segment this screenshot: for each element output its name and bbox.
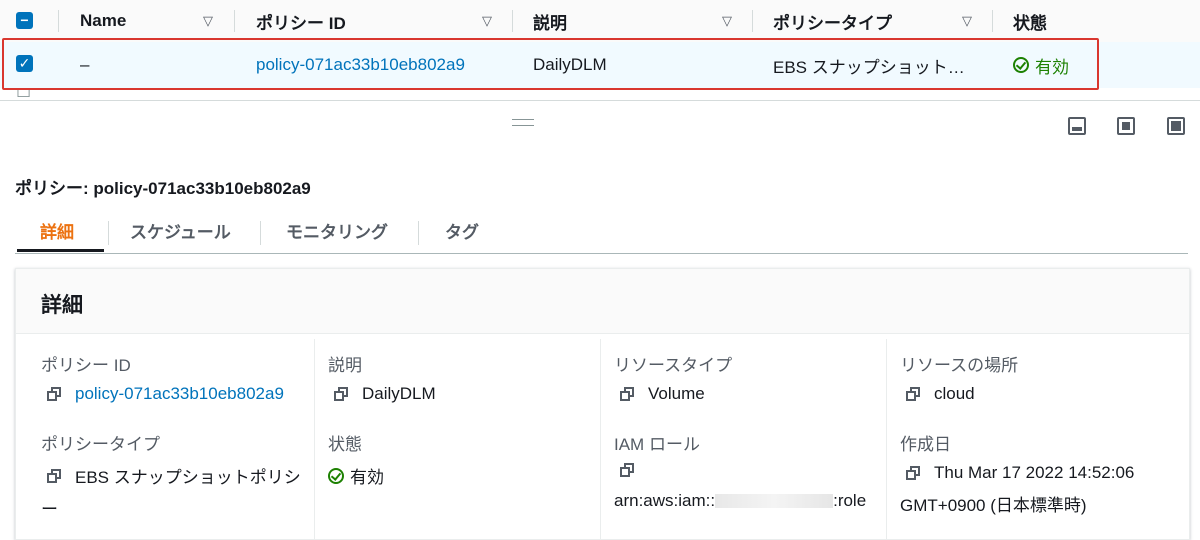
resource-type-text: Volume bbox=[648, 384, 705, 403]
copy-icon[interactable] bbox=[47, 468, 61, 483]
policy-type-label: ポリシータイプ bbox=[41, 435, 160, 454]
table-header: − Name ▽ ポリシー ID ▽ 説明 ▽ ポリシータイプ ▽ 状態 bbox=[0, 0, 1200, 43]
column-header-policy-type[interactable]: ポリシータイプ bbox=[773, 0, 892, 42]
policy-id-label: ポリシー ID bbox=[41, 356, 131, 375]
tab-tags[interactable]: タグ bbox=[445, 209, 479, 251]
resource-type-value: Volume bbox=[620, 384, 705, 404]
description-value: DailyDLM bbox=[334, 384, 436, 404]
copy-icon[interactable] bbox=[620, 387, 634, 401]
panel-full-layout-icon[interactable] bbox=[1167, 117, 1185, 135]
selection-highlight bbox=[2, 38, 1099, 90]
details-card: 詳細 ポリシー ID policy-071ac33b10eb802a9 ポリシー… bbox=[15, 268, 1190, 540]
select-all-checkbox[interactable]: − bbox=[16, 12, 33, 29]
created-label: 作成日 bbox=[900, 435, 951, 454]
panel-title: ポリシー: policy-071ac33b10eb802a9 bbox=[15, 179, 311, 198]
copy-icon[interactable] bbox=[47, 387, 61, 401]
resource-location-label: リソースの場所 bbox=[900, 356, 1019, 375]
column-header-description[interactable]: 説明 bbox=[533, 0, 567, 42]
created-text: Thu Mar 17 2022 14:52:06 bbox=[934, 463, 1135, 482]
sort-icon[interactable]: ▽ bbox=[482, 13, 492, 29]
column-header-name[interactable]: Name bbox=[80, 0, 126, 42]
row-checkbox-partial[interactable]: ☐ bbox=[16, 90, 31, 100]
status-text: 有効 bbox=[350, 468, 384, 487]
policy-id-value: policy-071ac33b10eb802a9 bbox=[47, 384, 284, 404]
policy-type-value-wrap: ー bbox=[41, 500, 58, 519]
policy-type-text: EBS スナップショットポリシ bbox=[75, 468, 301, 487]
policy-type-value: EBS スナップショットポリシ bbox=[47, 463, 301, 488]
redacted-account-id bbox=[715, 494, 834, 508]
resource-type-label: リソースタイプ bbox=[614, 356, 733, 375]
sort-icon[interactable]: ▽ bbox=[203, 13, 213, 29]
iam-role-suffix: :role bbox=[833, 491, 867, 510]
copy-icon[interactable] bbox=[620, 463, 634, 477]
tab-monitoring[interactable]: モニタリング bbox=[286, 209, 388, 251]
column-header-status[interactable]: 状態 bbox=[1013, 0, 1047, 42]
status-label: 状態 bbox=[328, 435, 362, 454]
table-row-partial[interactable]: ☐ bbox=[0, 90, 1200, 100]
panel-bottom-layout-icon[interactable] bbox=[1068, 117, 1086, 135]
split-panel: ポリシー: policy-071ac33b10eb802a9 詳細 スケジュール… bbox=[0, 100, 1200, 540]
resource-location-value: cloud bbox=[906, 384, 975, 404]
copy-icon[interactable] bbox=[906, 387, 920, 401]
created-value: Thu Mar 17 2022 14:52:06 bbox=[906, 463, 1134, 483]
iam-role-prefix: arn:aws:iam:: bbox=[614, 491, 716, 510]
sort-icon[interactable]: ▽ bbox=[722, 13, 732, 29]
tab-details[interactable]: 詳細 bbox=[40, 209, 74, 251]
iam-role-label: IAM ロール bbox=[614, 435, 700, 454]
policy-id-link[interactable]: policy-071ac33b10eb802a9 bbox=[75, 384, 284, 404]
sort-icon[interactable]: ▽ bbox=[962, 13, 972, 29]
details-card-title: 詳細 bbox=[41, 294, 83, 317]
policies-table: − Name ▽ ポリシー ID ▽ 説明 ▽ ポリシータイプ ▽ 状態 ✓ –… bbox=[0, 0, 1200, 100]
status-ok-icon bbox=[328, 467, 344, 484]
panel-side-layout-icon[interactable] bbox=[1117, 117, 1135, 135]
iam-role-value: arn:aws:iam:::role bbox=[614, 491, 866, 511]
iam-role-copy bbox=[620, 463, 648, 477]
tab-schedule[interactable]: スケジュール bbox=[130, 209, 231, 251]
created-value-wrap: GMT+0900 (日本標準時) bbox=[900, 496, 1087, 515]
description-label: 説明 bbox=[328, 356, 362, 375]
resource-location-text: cloud bbox=[934, 384, 975, 403]
resize-handle-icon[interactable] bbox=[512, 119, 534, 126]
status-value: 有効 bbox=[328, 463, 384, 488]
copy-icon[interactable] bbox=[906, 466, 920, 480]
column-header-policy-id[interactable]: ポリシー ID bbox=[256, 0, 346, 42]
copy-icon[interactable] bbox=[334, 387, 348, 401]
tab-bar: 詳細 スケジュール モニタリング タグ bbox=[15, 209, 1188, 254]
description-text: DailyDLM bbox=[362, 384, 436, 403]
active-tab-indicator bbox=[17, 249, 104, 252]
details-card-header: 詳細 bbox=[16, 269, 1189, 334]
